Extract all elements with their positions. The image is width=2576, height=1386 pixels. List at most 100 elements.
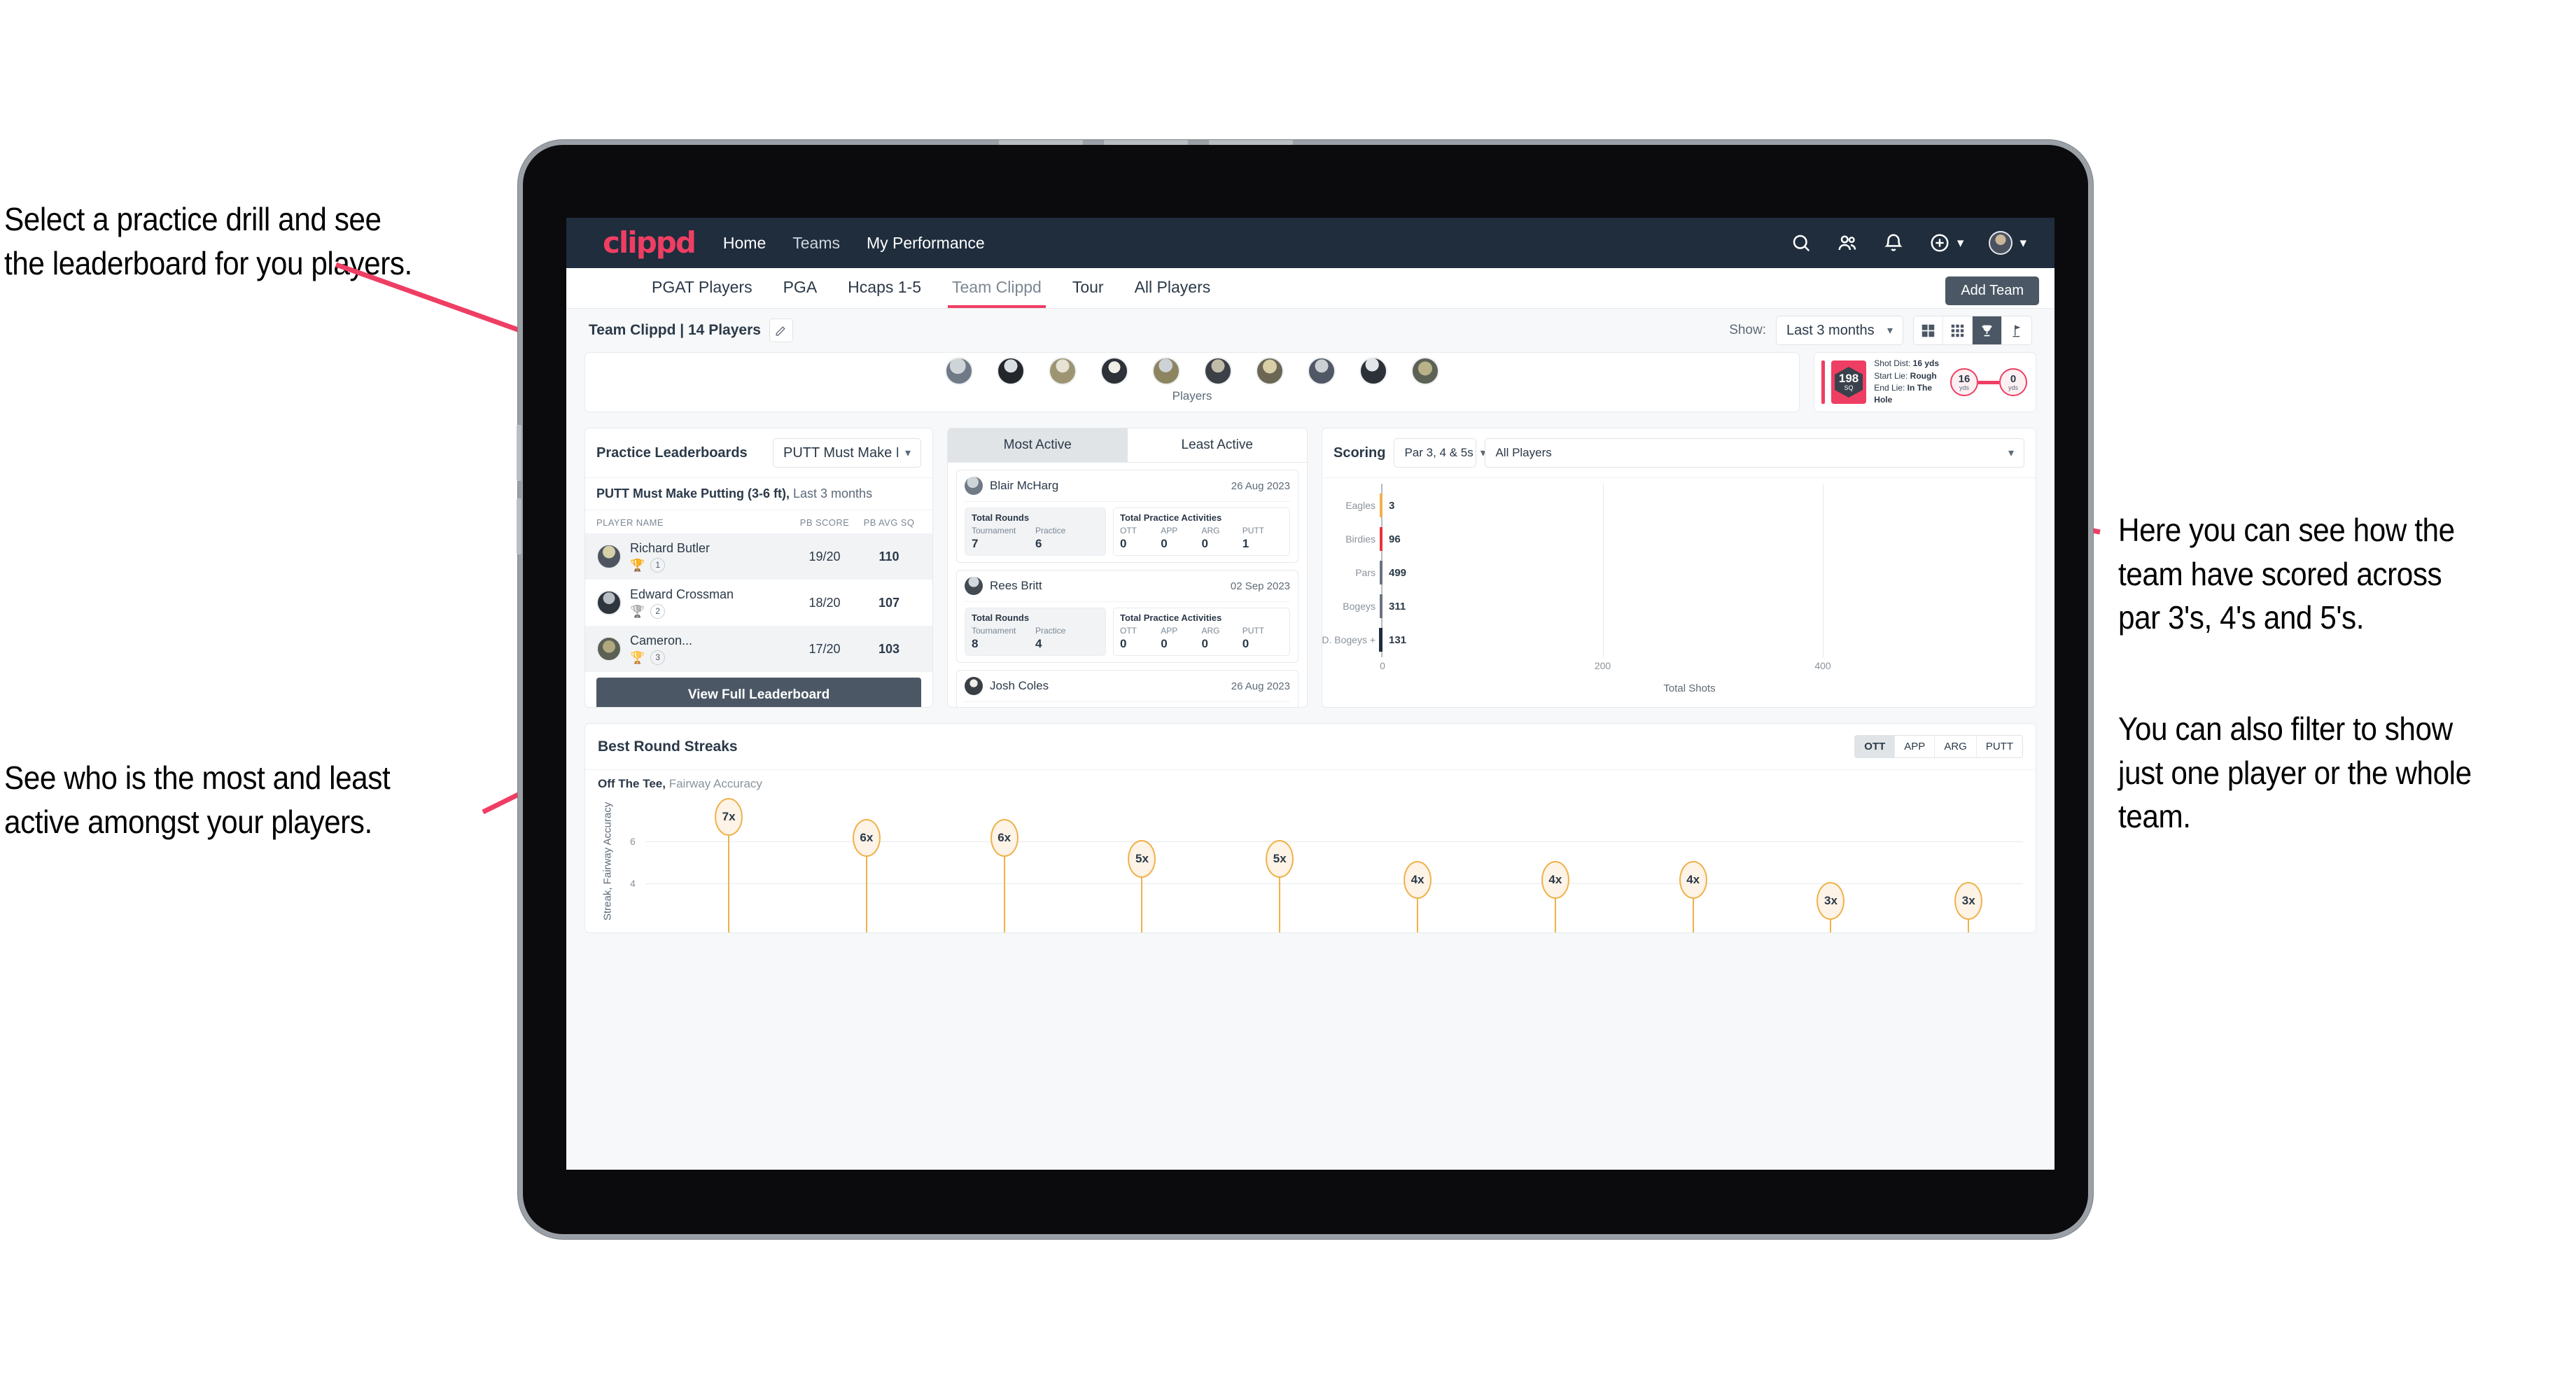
plus-circle-icon[interactable]: [1929, 232, 1950, 253]
activity-date: 26 Aug 2023: [1231, 680, 1290, 692]
practice-key-ott: OTT: [1120, 526, 1137, 536]
trophy-icon[interactable]: [1973, 316, 2002, 344]
streak-bubble[interactable]: 5x: [1128, 840, 1156, 878]
list-item[interactable]: Josh Coles 26 Aug 2023 Total Rounds Tour…: [956, 670, 1298, 707]
start-distance: 16 yds: [1950, 368, 1978, 396]
view-full-leaderboard-button[interactable]: View Full Leaderboard: [596, 678, 921, 707]
rounds-key-practice: Practice: [1035, 626, 1066, 636]
nav-link-teams[interactable]: Teams: [792, 234, 840, 253]
practice-value-ott: 0: [1120, 637, 1127, 650]
annotation-line: par 3's, 4's and 5's.: [2118, 599, 2364, 636]
toggle-ott[interactable]: OTT: [1855, 736, 1896, 757]
grid-2x2-icon[interactable]: [1914, 316, 1943, 344]
annotation-line: Here you can see how the: [2118, 512, 2455, 548]
tab-pgat-players[interactable]: PGAT Players: [650, 268, 754, 308]
nav-link-home[interactable]: Home: [723, 234, 766, 253]
avatar[interactable]: [1152, 357, 1180, 385]
search-icon[interactable]: [1791, 232, 1812, 253]
practice-value-arg: 0: [1201, 537, 1208, 550]
streak-bubble[interactable]: 7x: [715, 798, 743, 836]
chevron-down-icon: ▾: [1886, 325, 1893, 337]
annotation-right-1: Here you can see how the team have score…: [2118, 508, 2543, 640]
practice-activities-block: Total Practice Activities OTT 0 APP 0 ARG 0…: [1113, 608, 1290, 656]
activity-panel: Most Active Least Active Blair McHarg 26…: [947, 428, 1308, 708]
avatar[interactable]: [1359, 357, 1387, 385]
main-content: Team Clippd | 14 Players Show: Last 3 mo…: [566, 309, 2054, 1170]
end-yds-unit: yds: [2008, 384, 2018, 391]
streak-bubble[interactable]: 4x: [1404, 861, 1432, 899]
chevron-down-icon[interactable]: ▾: [2019, 235, 2026, 251]
avatar[interactable]: [997, 357, 1025, 385]
practice-activities-block: Total Practice Activities OTT 0 APP 0 ARG 0…: [1113, 507, 1290, 556]
toggle-arg[interactable]: ARG: [1935, 736, 1977, 757]
trophy-icon: 🏆: [630, 558, 645, 572]
add-team-button[interactable]: Add Team: [1945, 276, 2039, 305]
avatar[interactable]: [1256, 357, 1284, 385]
avatar[interactable]: [1308, 357, 1336, 385]
edit-team-button[interactable]: [769, 318, 793, 342]
tab-team-clippd[interactable]: Team Clippd: [948, 268, 1046, 308]
shot-summary-card: 198 SQ Shot Dist: 16 yds Start Lie: Roug…: [1814, 352, 2036, 412]
avatar[interactable]: [1049, 357, 1077, 385]
tab-hcaps-1-5[interactable]: Hcaps 1-5: [846, 268, 923, 308]
players-strip: Players: [584, 352, 1800, 412]
start-lie-value: Rough: [1910, 370, 1937, 381]
streak-bubble[interactable]: 3x: [1954, 882, 1983, 920]
tab-all-players[interactable]: All Players: [1133, 268, 1212, 308]
drill-select[interactable]: PUTT Must Make Putting ... ▾: [773, 438, 921, 468]
avatar[interactable]: [1989, 231, 2013, 255]
volume-up-button[interactable]: [517, 425, 522, 481]
people-icon[interactable]: [1837, 232, 1858, 253]
avatar[interactable]: [1411, 357, 1439, 385]
streak-bubble[interactable]: 6x: [990, 819, 1018, 857]
bar-value-bogeys: 311: [1389, 600, 1406, 612]
streaks-y-axis-label: Streak, Fairway Accuracy: [601, 802, 614, 920]
player-name: Cameron...: [630, 633, 693, 648]
table-row[interactable]: Edward Crossman 🏆 2 18/20 107: [585, 580, 932, 626]
avatar[interactable]: [945, 357, 973, 385]
toggle-putt[interactable]: PUTT: [1977, 736, 2022, 757]
practice-value-putt: 0: [1242, 637, 1250, 650]
golf-flag-icon[interactable]: [2002, 316, 2031, 344]
avatar[interactable]: [1204, 357, 1232, 385]
streak-bubble[interactable]: 3x: [1816, 882, 1845, 920]
clippd-logo[interactable]: clippd: [603, 228, 696, 258]
chevron-down-icon[interactable]: ▾: [1957, 235, 1964, 251]
par-filter-select[interactable]: Par 3, 4 & 5s ▾: [1394, 438, 1486, 468]
pb-avg-sq-value: 107: [878, 595, 900, 610]
table-row[interactable]: Richard Butler 🏆 1 19/20 110: [585, 533, 932, 580]
bell-icon[interactable]: [1883, 232, 1904, 253]
tab-least-active[interactable]: Least Active: [1128, 428, 1308, 462]
streak-bubble[interactable]: 4x: [1541, 861, 1569, 899]
pb-avg-sq-value: 103: [878, 641, 900, 656]
shot-dist-value: 16 yds: [1912, 358, 1940, 369]
list-item[interactable]: Blair McHarg 26 Aug 2023 Total Rounds To…: [956, 470, 1298, 563]
nav-link-my-performance[interactable]: My Performance: [867, 234, 985, 253]
tab-pga[interactable]: PGA: [782, 268, 819, 308]
table-row[interactable]: Cameron... 🏆 3 17/20 103: [585, 626, 932, 672]
best-round-streaks-panel: Best Round Streaks OTT APP ARG PUTT Off …: [584, 723, 2036, 933]
total-rounds-block: Total Rounds Tournament 8 Practice 4: [965, 608, 1106, 656]
grid-3x3-icon[interactable]: [1943, 316, 1973, 344]
list-item[interactable]: Rees Britt 02 Sep 2023 Total Rounds Tour…: [956, 570, 1298, 663]
date-range-select[interactable]: Last 3 months ▾: [1776, 316, 1903, 345]
player-filter-select[interactable]: All Players ▾: [1485, 438, 2024, 468]
leaderboard-columns: PLAYER NAME PB SCORE PB AVG SQ: [585, 510, 932, 533]
leaderboard-drill-name: PUTT Must Make Putting (3-6 ft),: [596, 486, 790, 500]
end-lie-key: End Lie:: [1874, 383, 1905, 393]
distance-diagram: 16 yds 0 yds: [1950, 368, 2027, 396]
streak-bubble[interactable]: 4x: [1679, 861, 1707, 899]
rank-badge: 2: [650, 603, 666, 619]
total-rounds-header: Total Rounds: [972, 612, 1030, 623]
avatar[interactable]: [1100, 357, 1128, 385]
toggle-app[interactable]: APP: [1895, 736, 1935, 757]
bar-value-pars: 499: [1389, 566, 1407, 579]
pb-score-value: 19/20: [808, 549, 841, 564]
streak-bubble[interactable]: 6x: [852, 819, 881, 857]
streak-bubble[interactable]: 5x: [1266, 840, 1294, 878]
tab-tour[interactable]: Tour: [1071, 268, 1105, 308]
volume-down-button[interactable]: [517, 498, 522, 554]
strip-row: Players 198 SQ Shot Dist: 16 yds Start L…: [584, 352, 2036, 412]
tab-most-active[interactable]: Most Active: [948, 428, 1128, 462]
shot-dist-key: Shot Dist:: [1874, 358, 1911, 369]
